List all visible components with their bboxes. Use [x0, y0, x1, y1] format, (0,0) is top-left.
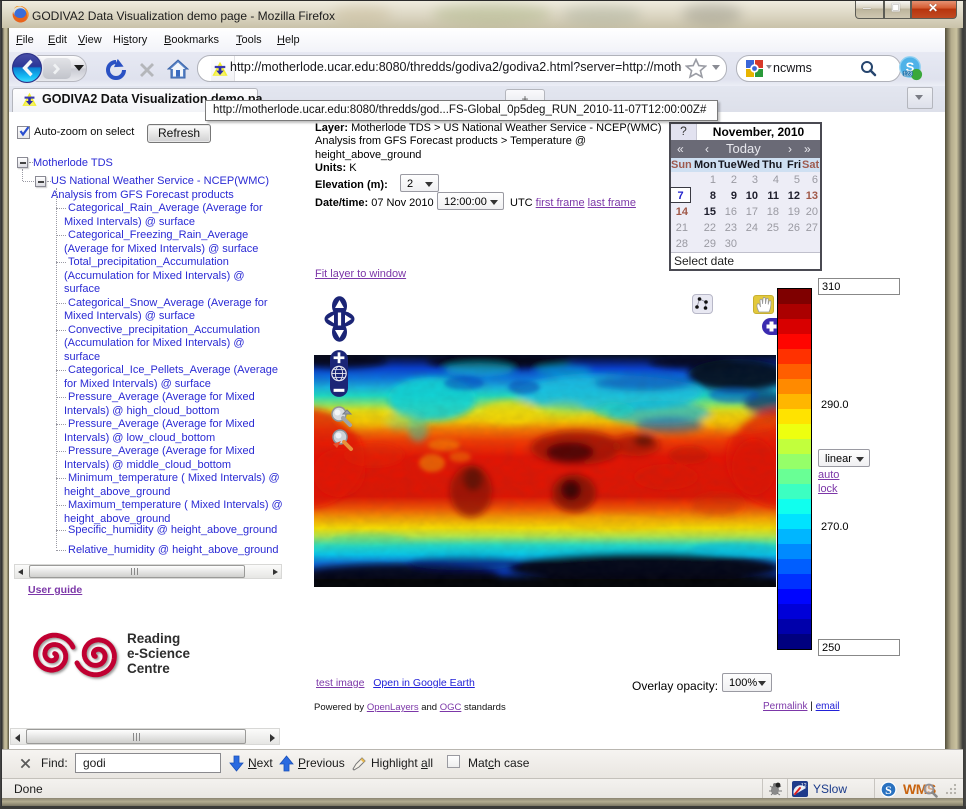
svg-text:123: 123	[903, 71, 912, 77]
svg-text:S: S	[885, 783, 892, 797]
svg-text:12: 12	[801, 783, 807, 789]
